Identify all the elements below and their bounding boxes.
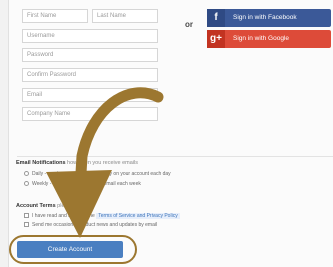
curved-arrow-icon (46, 87, 164, 238)
